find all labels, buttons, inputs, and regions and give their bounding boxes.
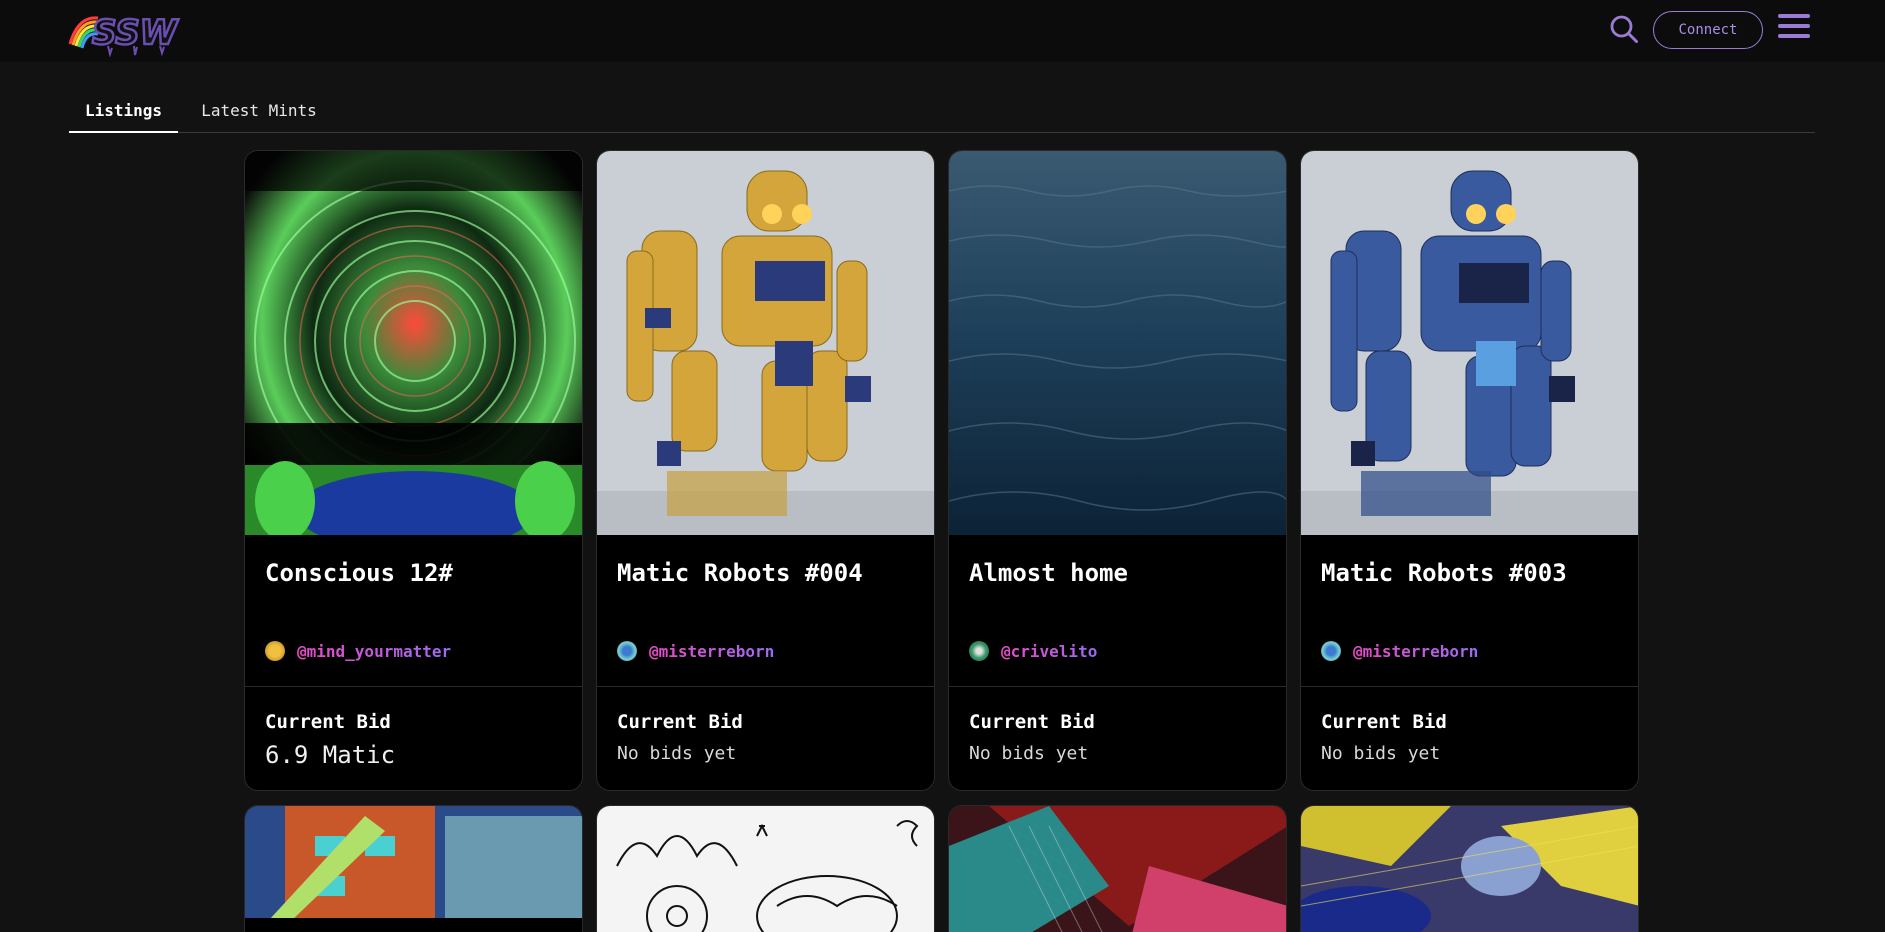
top-bar: SSW Connect [0,0,1885,62]
menu-button[interactable] [1778,14,1810,44]
bid-label: Current Bid [617,711,743,733]
hamburger-menu-icon [1778,14,1810,38]
search-button[interactable] [1609,14,1639,44]
bid-value: 6.9 Matic [265,741,396,769]
bid-value: No bids yet [1321,743,1441,764]
nft-title[interactable]: Matic Robots #003 [1321,559,1567,587]
nft-artwork[interactable] [949,806,1287,932]
avatar [265,641,285,661]
nft-card-partial[interactable] [948,805,1287,932]
nft-card[interactable]: Matic Robots #004 @misterreborn Current … [596,150,935,791]
nft-card[interactable]: Matic Robots #003 @misterreborn Current … [1300,150,1639,791]
ssw-logo[interactable]: SSW [68,8,190,58]
divider [1301,686,1638,687]
tab-bar: Listings Latest Mints [69,92,1815,133]
creator-link[interactable]: @misterreborn [617,641,774,661]
nft-card-partial[interactable] [1300,805,1639,932]
nft-card[interactable]: Conscious 12# @mind_yourmatter Current B… [244,150,583,791]
nft-artwork[interactable] [1301,151,1638,535]
nft-artwork[interactable] [597,806,935,932]
nft-artwork[interactable] [245,806,583,932]
creator-link[interactable]: @misterreborn [1321,641,1478,661]
creator-handle: @crivelito [1001,641,1098,661]
avatar [617,641,637,661]
divider [245,686,582,687]
nft-card[interactable]: Almost home @crivelito Current Bid No bi… [948,150,1287,791]
nft-artwork[interactable] [1301,806,1639,932]
bid-value: No bids yet [969,743,1089,764]
search-icon [1610,15,1638,43]
bid-label: Current Bid [969,711,1095,733]
creator-link[interactable]: @mind_yourmatter [265,641,451,661]
bid-value: No bids yet [617,743,737,764]
avatar [1321,641,1341,661]
avatar [969,641,989,661]
tab-latest-mints[interactable]: Latest Mints [194,92,324,133]
nft-artwork[interactable] [949,151,1286,535]
creator-handle: @mind_yourmatter [297,641,452,661]
connect-wallet-button[interactable]: Connect [1653,11,1763,49]
creator-handle: @misterreborn [649,641,775,661]
divider [597,686,934,687]
logo-text: SSW [92,13,179,53]
nft-artwork[interactable] [245,151,582,551]
bid-label: Current Bid [1321,711,1447,733]
creator-link[interactable]: @crivelito [969,641,1097,661]
nft-title[interactable]: Conscious 12# [265,559,453,587]
nft-title[interactable]: Almost home [969,559,1128,587]
bid-label: Current Bid [265,711,391,733]
nft-card-partial[interactable] [596,805,935,932]
nft-artwork[interactable] [597,151,934,535]
divider [949,686,1286,687]
tab-listings[interactable]: Listings [69,92,178,133]
creator-handle: @misterreborn [1353,641,1479,661]
nft-card-partial[interactable] [244,805,583,932]
nft-title[interactable]: Matic Robots #004 [617,559,863,587]
